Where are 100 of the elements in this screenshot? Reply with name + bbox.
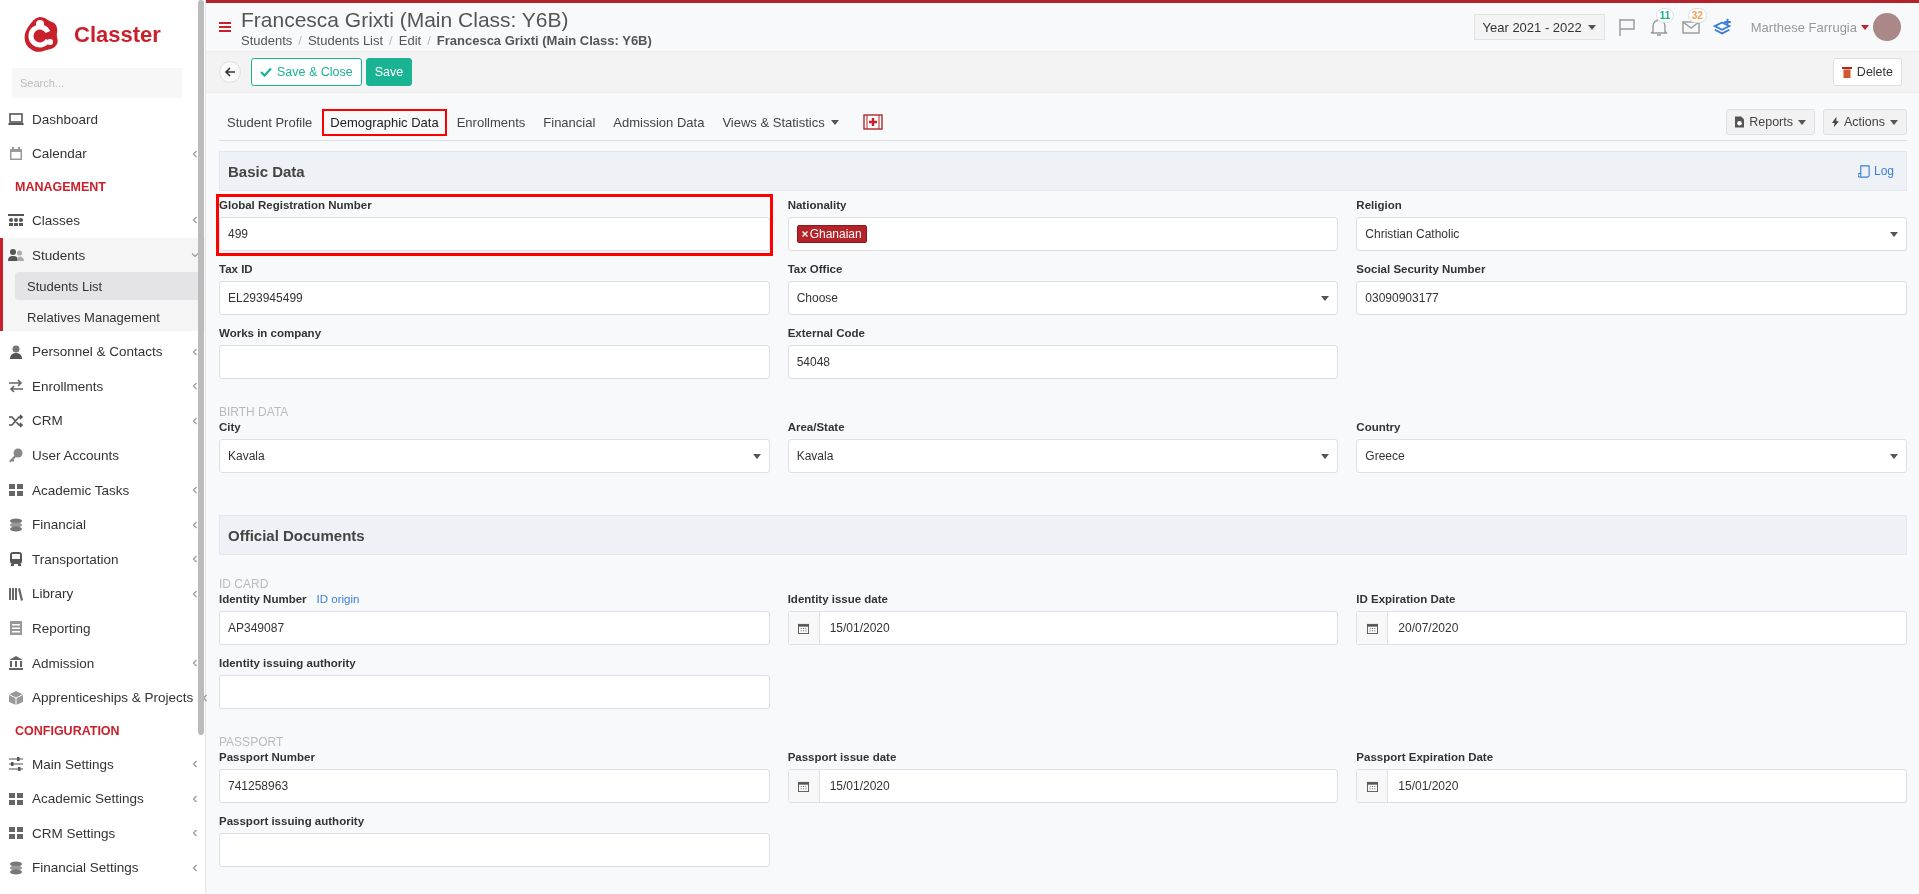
- arrow-left-icon: [224, 66, 236, 78]
- back-button[interactable]: [219, 61, 241, 83]
- log-link[interactable]: Log: [1857, 164, 1894, 178]
- select-field[interactable]: Christian Catholic: [1356, 217, 1907, 251]
- scroll-icon: [1857, 164, 1871, 178]
- field-label: Country: [1356, 421, 1401, 433]
- avatar[interactable]: [1873, 13, 1901, 41]
- sidebar-item[interactable]: Financial: [0, 507, 205, 542]
- calendar-icon[interactable]: [1366, 780, 1378, 792]
- sidebar-item[interactable]: Dashboard: [0, 102, 205, 137]
- date-field[interactable]: 20/07/2020: [1356, 611, 1907, 645]
- sidebar-item[interactable]: Academic Tasks: [0, 472, 205, 508]
- tab[interactable]: Student Profile: [219, 108, 321, 136]
- field-label: Tax Office: [787, 263, 843, 275]
- tag-chip[interactable]: Ghanaian: [796, 225, 867, 243]
- tab[interactable]: Admission Data: [605, 108, 713, 136]
- sidebar-item[interactable]: User Accounts: [0, 438, 205, 473]
- delete-button[interactable]: Delete: [1832, 58, 1902, 86]
- sidebar-item[interactable]: Enrollments: [0, 368, 205, 404]
- sidebar-item[interactable]: Personnel & Contacts: [0, 334, 205, 369]
- select-field[interactable]: Greece: [1356, 439, 1907, 473]
- bell-icon[interactable]: [1648, 17, 1669, 37]
- calendar-icon[interactable]: [798, 780, 810, 792]
- medical-kit-icon[interactable]: [862, 114, 883, 130]
- bank-icon: [8, 655, 24, 671]
- laptop-icon: [8, 111, 24, 128]
- calendar-icon: [8, 145, 24, 162]
- text-field[interactable]: AP349087: [219, 611, 770, 645]
- breadcrumb-link[interactable]: Edit: [398, 32, 422, 48]
- text-field[interactable]: EL293945499: [219, 281, 770, 315]
- field-label: Identity issue date: [787, 593, 888, 605]
- menu-icon[interactable]: [219, 22, 231, 32]
- breadcrumb-current: Francesca Grixti (Main Class: Y6B): [436, 32, 652, 48]
- sidebar-item[interactable]: Admission: [0, 645, 205, 681]
- tag-field[interactable]: Ghanaian: [787, 217, 1339, 251]
- section-title: Official Documents: [228, 526, 365, 544]
- sidebar-item[interactable]: CRM: [0, 403, 205, 439]
- scrollbar[interactable]: [198, 0, 204, 735]
- sidebar-item[interactable]: Transportation: [0, 541, 205, 577]
- sidebar-item[interactable]: Reporting: [0, 611, 205, 646]
- id-origin-link[interactable]: ID origin: [316, 593, 360, 605]
- breadcrumb-link[interactable]: Students: [241, 32, 293, 48]
- sidebar-subitem[interactable]: Relatives Management: [15, 303, 201, 332]
- field-label: Social Security Number: [1356, 263, 1486, 275]
- select-field[interactable]: Kavala: [787, 439, 1339, 473]
- arrows-icon: [8, 378, 24, 395]
- caret-icon[interactable]: [1861, 24, 1869, 30]
- sidebar-item[interactable]: Main Settings: [0, 746, 205, 782]
- select-field[interactable]: Kavala: [219, 439, 770, 473]
- section-heading: CONFIGURATION: [14, 722, 121, 740]
- year-select[interactable]: Year 2021 - 2022: [1473, 14, 1605, 40]
- search-field[interactable]: Search...: [12, 68, 182, 98]
- sidebar-item[interactable]: Academic Settings: [0, 781, 205, 817]
- calendar-icon[interactable]: [798, 622, 810, 634]
- breadcrumb-separator: /: [427, 32, 431, 48]
- layers-plus-icon[interactable]: [1712, 17, 1733, 37]
- sidebar-item[interactable]: Financial Settings: [0, 850, 205, 886]
- tab[interactable]: Demographic Data: [322, 108, 447, 136]
- caret-icon: [1890, 231, 1898, 237]
- date-field[interactable]: 15/01/2020: [787, 611, 1339, 645]
- field-label: Global Registration Number: [219, 199, 372, 211]
- field-label: Passport Number: [219, 751, 315, 763]
- field-label: Area/State: [787, 421, 845, 433]
- dropdown-button[interactable]: Reports: [1726, 109, 1815, 135]
- tab[interactable]: Views & Statistics: [714, 108, 847, 136]
- sidebar-item[interactable]: Calendar: [0, 136, 205, 172]
- dropdown-button[interactable]: Actions: [1823, 109, 1907, 135]
- page-title: Francesca Grixti (Main Class: Y6B): [241, 6, 570, 33]
- box-icon: [8, 689, 24, 706]
- text-field[interactable]: 741258963: [219, 769, 770, 803]
- caret-icon: [1798, 119, 1806, 125]
- select-field[interactable]: Choose: [787, 281, 1339, 315]
- remove-icon[interactable]: [801, 231, 808, 237]
- text-field[interactable]: 03090903177: [1356, 281, 1907, 315]
- date-field[interactable]: 15/01/2020: [1356, 769, 1907, 803]
- text-field[interactable]: 54048: [787, 345, 1339, 379]
- text-field[interactable]: 499: [219, 217, 770, 251]
- tab[interactable]: Enrollments: [448, 108, 534, 136]
- date-field[interactable]: 15/01/2020: [787, 769, 1339, 803]
- calendar-icon[interactable]: [1366, 622, 1378, 634]
- coins-icon: [8, 860, 24, 876]
- section-title: Basic Data: [228, 162, 305, 180]
- text-field[interactable]: [219, 675, 770, 709]
- field-label: Identity Number: [219, 593, 307, 605]
- sidebar-item[interactable]: Library: [0, 576, 205, 612]
- grid-icon: [8, 825, 24, 842]
- group-icon: [8, 212, 24, 229]
- text-field[interactable]: [219, 345, 770, 379]
- sidebar-item[interactable]: Classes: [0, 203, 205, 238]
- tab[interactable]: Financial: [535, 108, 604, 136]
- sidebar-item[interactable]: Students: [3, 237, 205, 273]
- sidebar-subitem[interactable]: Students List: [15, 272, 201, 301]
- group-heading: BIRTH DATA: [219, 405, 290, 419]
- field-label: Passport issue date: [787, 751, 897, 763]
- breadcrumb-link[interactable]: Students List: [307, 32, 384, 48]
- sidebar-item[interactable]: CRM Settings: [0, 816, 205, 851]
- lightning-icon: [1832, 116, 1839, 128]
- field-label: Tax ID: [219, 263, 253, 275]
- text-field[interactable]: [219, 833, 770, 867]
- breadcrumb-separator: /: [389, 32, 393, 48]
